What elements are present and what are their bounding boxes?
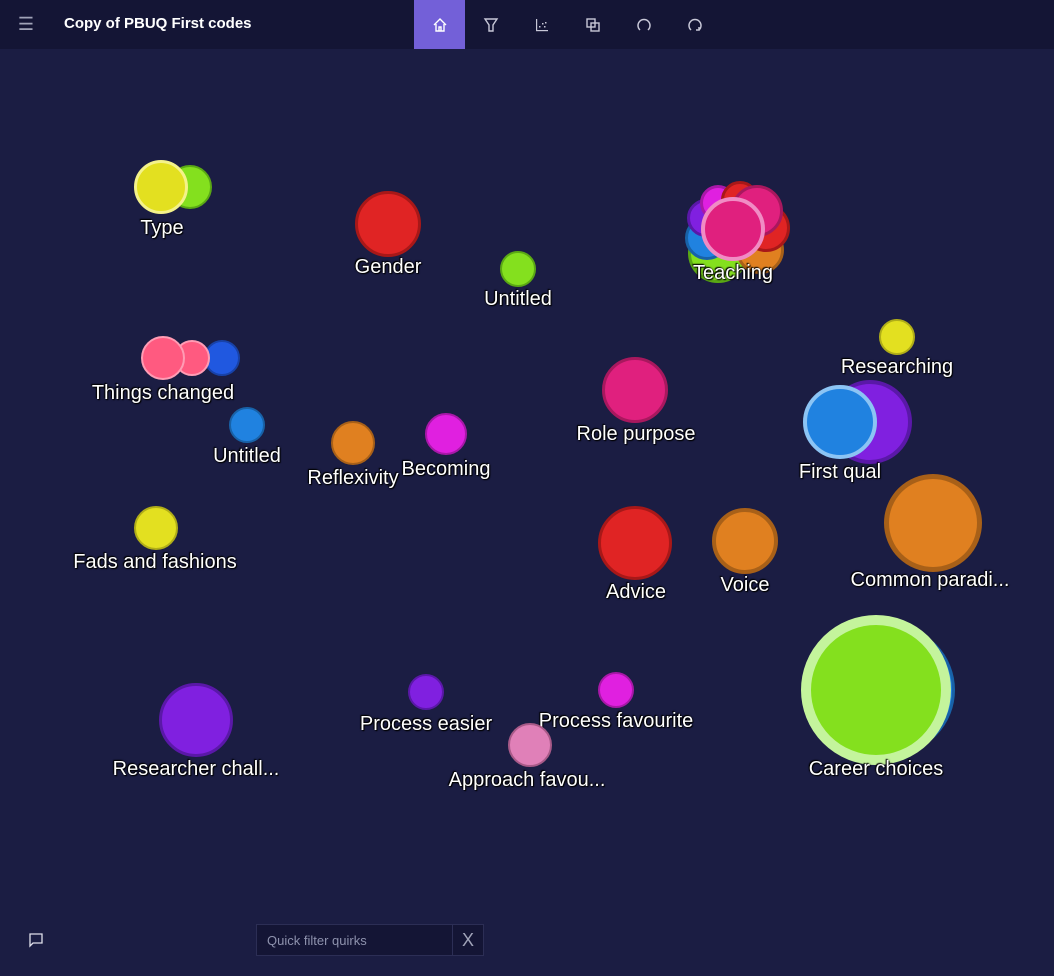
quirk-bubble[interactable] bbox=[712, 508, 778, 574]
quirk-bubble[interactable] bbox=[508, 723, 552, 767]
quirk-label[interactable]: Common paradi... bbox=[851, 568, 1010, 592]
quirk-bubble[interactable] bbox=[408, 674, 444, 710]
quirk-bubble[interactable] bbox=[884, 474, 982, 572]
quirk-bubble[interactable] bbox=[801, 615, 951, 765]
quirk-canvas[interactable]: Type Gender Untitled Teaching Researching Thi… bbox=[0, 49, 1054, 976]
quirk-bubble[interactable] bbox=[141, 336, 185, 380]
hamburger-menu-button[interactable]: ☰ bbox=[14, 12, 38, 36]
quirk-bubble[interactable] bbox=[598, 672, 634, 708]
home-button[interactable] bbox=[414, 0, 465, 49]
quick-filter: X bbox=[256, 924, 484, 956]
quirk-label[interactable]: Gender bbox=[355, 255, 422, 279]
quirk-label[interactable]: First qual bbox=[799, 460, 881, 484]
quirk-bubble[interactable] bbox=[425, 413, 467, 455]
quirk-label[interactable]: Becoming bbox=[402, 457, 491, 481]
undo-button[interactable] bbox=[618, 0, 669, 49]
quirk-label[interactable]: Process favourite bbox=[539, 709, 694, 733]
redo-button[interactable] bbox=[669, 0, 720, 49]
layers-button[interactable] bbox=[567, 0, 618, 49]
quirk-label[interactable]: Fads and fashions bbox=[73, 550, 236, 574]
comment-icon[interactable] bbox=[26, 930, 46, 950]
redo-icon bbox=[687, 18, 702, 31]
clear-filter-button[interactable]: X bbox=[452, 925, 483, 955]
quirk-bubble[interactable] bbox=[229, 407, 265, 443]
quirk-bubble[interactable] bbox=[598, 506, 672, 580]
quirk-label[interactable]: Researcher chall... bbox=[113, 757, 280, 781]
page-title: Copy of PBUQ First codes bbox=[64, 15, 252, 32]
quirk-bubble[interactable] bbox=[803, 385, 877, 459]
quick-filter-input[interactable] bbox=[257, 925, 455, 955]
quirk-label[interactable]: Advice bbox=[606, 580, 666, 604]
quirk-label[interactable]: Things changed bbox=[92, 381, 234, 405]
scatter-chart-icon bbox=[535, 18, 548, 31]
quirk-label[interactable]: Role purpose bbox=[577, 422, 696, 446]
undo-icon bbox=[636, 18, 651, 31]
top-bar: ☰ Copy of PBUQ First codes bbox=[0, 0, 1054, 49]
quirk-bubble[interactable] bbox=[355, 191, 421, 257]
quirk-label[interactable]: Untitled bbox=[484, 287, 552, 311]
quirk-label[interactable]: Type bbox=[140, 216, 183, 240]
quirk-label[interactable]: Career choices bbox=[809, 757, 944, 781]
quirk-bubble[interactable] bbox=[331, 421, 375, 465]
quirk-label[interactable]: Untitled bbox=[213, 444, 281, 468]
home-icon bbox=[433, 17, 446, 32]
quirk-bubble[interactable] bbox=[134, 160, 188, 214]
quirk-bubble[interactable] bbox=[602, 357, 668, 423]
chart-button[interactable] bbox=[516, 0, 567, 49]
quirk-label[interactable]: Approach favou... bbox=[449, 768, 606, 792]
quirk-bubble[interactable] bbox=[879, 319, 915, 355]
quirk-label[interactable]: Process easier bbox=[360, 712, 492, 736]
quirk-label[interactable]: Researching bbox=[841, 355, 953, 379]
overlap-squares-icon bbox=[585, 17, 600, 32]
quirk-label[interactable]: Teaching bbox=[693, 261, 773, 285]
quirk-bubble[interactable] bbox=[500, 251, 536, 287]
quirk-label[interactable]: Voice bbox=[721, 573, 770, 597]
quirk-label[interactable]: Reflexivity bbox=[307, 466, 398, 490]
quirk-bubble[interactable] bbox=[701, 197, 765, 261]
filter-icon bbox=[483, 17, 498, 32]
quirk-bubble[interactable] bbox=[134, 506, 178, 550]
filter-button[interactable] bbox=[465, 0, 516, 49]
quirk-bubble[interactable] bbox=[159, 683, 233, 757]
